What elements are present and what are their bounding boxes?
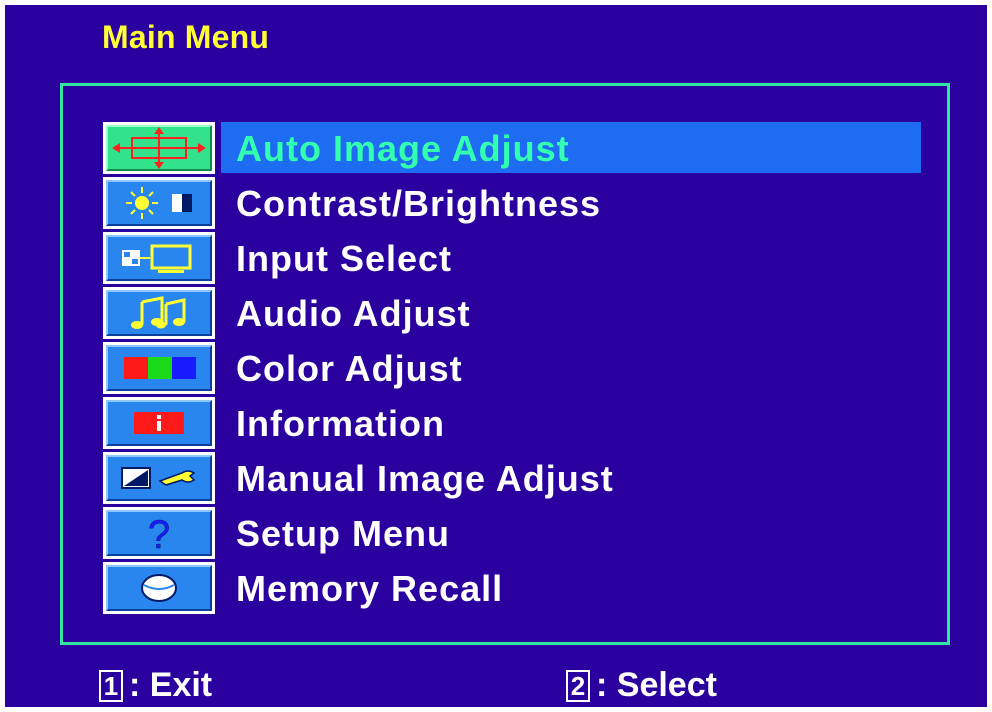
menu-item-label: Memory Recall (236, 568, 504, 609)
setup-menu-icon: ? (106, 510, 212, 556)
exit-hint: 1 : Exit (99, 666, 212, 705)
icon-frame (103, 562, 215, 614)
icon-frame (103, 342, 215, 394)
menu-item-label: Auto Image Adjust (236, 128, 570, 169)
audio-icon (106, 290, 212, 336)
menu-item-color-adjust[interactable]: Color Adjust (103, 342, 921, 395)
menu-item-memory-recall[interactable]: Memory Recall (103, 562, 921, 615)
memory-recall-icon (106, 565, 212, 611)
icon-frame (103, 452, 215, 504)
menu-item-label: Contrast/Brightness (236, 183, 602, 224)
exit-label: : Exit (129, 666, 213, 704)
icon-frame (103, 287, 215, 339)
menu-item-label: Manual Image Adjust (236, 458, 614, 499)
manual-adjust-icon (106, 455, 212, 501)
information-icon (106, 400, 212, 446)
menu-item-manual-image-adjust[interactable]: Manual Image Adjust (103, 452, 921, 505)
icon-frame (103, 122, 215, 174)
menu-title: Main Menu (102, 19, 270, 55)
menu-item-label: Audio Adjust (236, 293, 471, 334)
menu-item-label: Information (236, 403, 445, 444)
color-adjust-icon (106, 345, 212, 391)
menu-item-label: Color Adjust (236, 348, 463, 389)
menu-item-setup-menu[interactable]: ? Setup Menu (103, 507, 921, 560)
icon-frame: ? (103, 507, 215, 559)
svg-text:?: ? (148, 513, 170, 554)
select-label: : Select (596, 666, 717, 704)
menu-item-label: Input Select (236, 238, 453, 279)
exit-key: 1 (99, 669, 123, 702)
icon-frame (103, 177, 215, 229)
menu-item-audio-adjust[interactable]: Audio Adjust (103, 287, 921, 340)
menu-item-contrast-brightness[interactable]: Contrast/Brightness (103, 177, 921, 230)
contrast-brightness-icon (106, 180, 212, 226)
input-select-icon (106, 235, 212, 281)
menu-item-input-select[interactable]: Input Select (103, 232, 921, 285)
icon-frame (103, 397, 215, 449)
menu-item-label: Setup Menu (236, 513, 450, 554)
select-hint: 2 : Select (566, 666, 717, 705)
menu-item-auto-image-adjust[interactable]: Auto Image Adjust (103, 122, 921, 175)
icon-frame (103, 232, 215, 284)
select-key: 2 (566, 669, 590, 702)
menu-item-information[interactable]: Information (103, 397, 921, 450)
auto-adjust-icon (106, 125, 212, 171)
